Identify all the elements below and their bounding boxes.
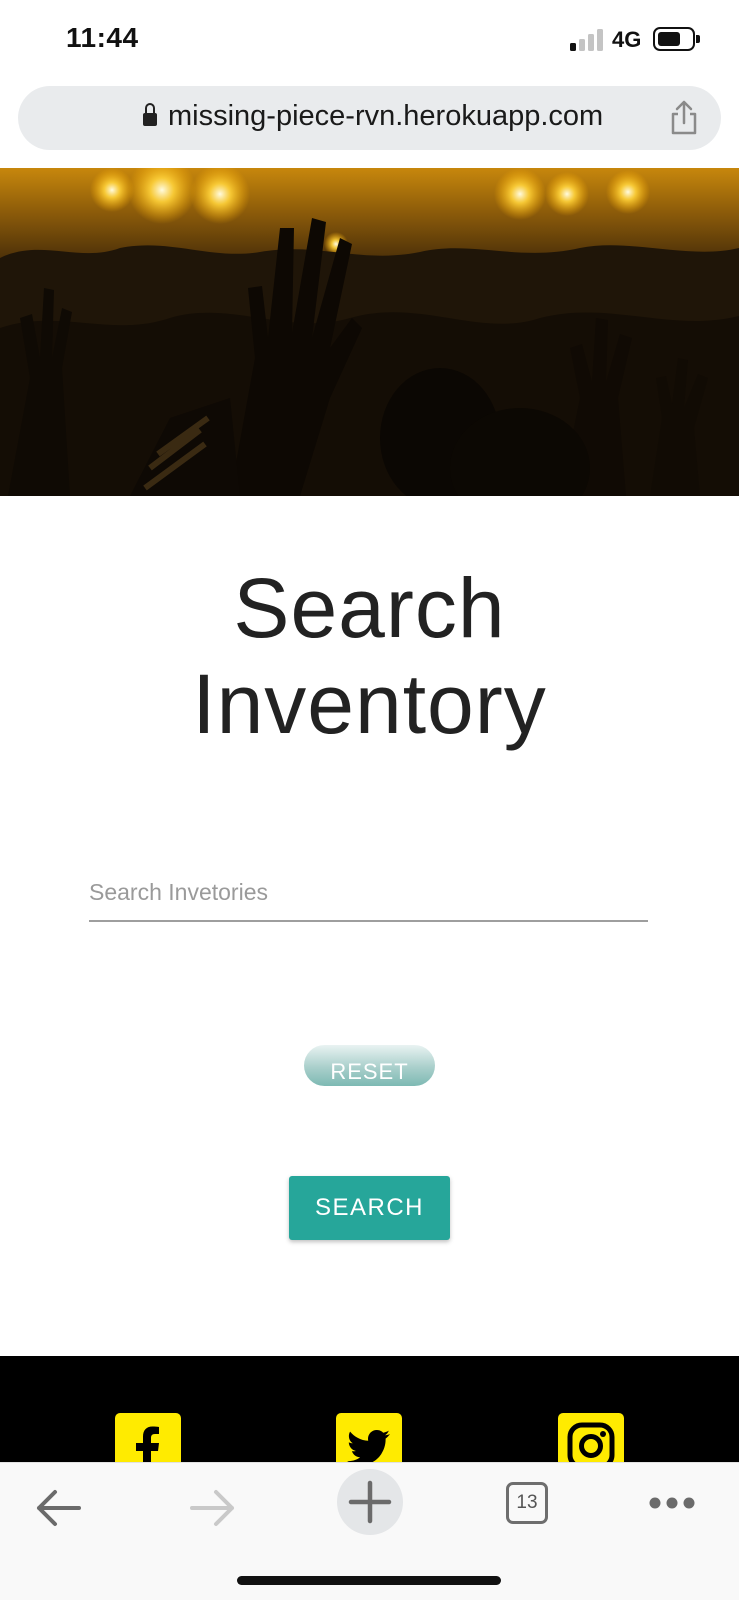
tabs-count-button[interactable]: 13 bbox=[506, 1482, 548, 1524]
share-icon[interactable] bbox=[668, 100, 700, 136]
hero-concert-image bbox=[0, 168, 739, 496]
reset-button[interactable]: RESET bbox=[304, 1045, 435, 1086]
status-time: 11:44 bbox=[66, 22, 139, 53]
facebook-icon[interactable] bbox=[115, 1413, 181, 1462]
page-title: Search Inventory bbox=[0, 560, 739, 752]
new-tab-button[interactable] bbox=[337, 1469, 403, 1535]
instagram-icon[interactable] bbox=[558, 1413, 624, 1462]
page-title-line2: Inventory bbox=[192, 657, 547, 751]
search-button[interactable]: SEARCH bbox=[289, 1176, 450, 1240]
battery-icon bbox=[653, 27, 700, 51]
network-type: 4G bbox=[612, 27, 642, 52]
url-text[interactable]: missing-piece-rvn.herokuapp.com bbox=[168, 100, 603, 133]
lock-icon bbox=[143, 103, 157, 126]
footer bbox=[0, 1356, 739, 1462]
cellular-signal-icon bbox=[570, 29, 606, 51]
search-input[interactable] bbox=[89, 858, 648, 922]
status-bar: 11:44 4G bbox=[0, 0, 739, 80]
home-indicator bbox=[237, 1576, 501, 1585]
back-arrow-icon[interactable] bbox=[23, 1473, 93, 1543]
address-bar[interactable]: missing-piece-rvn.herokuapp.com bbox=[18, 86, 721, 150]
more-options-icon[interactable] bbox=[642, 1473, 712, 1543]
twitter-icon[interactable] bbox=[336, 1413, 402, 1462]
page-title-line1: Search bbox=[233, 561, 506, 655]
forward-arrow-icon[interactable] bbox=[178, 1473, 248, 1543]
